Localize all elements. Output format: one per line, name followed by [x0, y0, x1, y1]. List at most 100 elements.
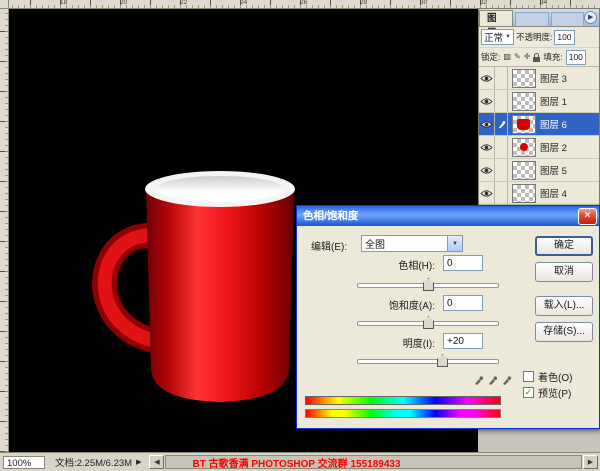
layer-list: 图层 3 图层 1 图层 6 图层 2 [479, 67, 599, 205]
dialog-title-bar[interactable]: 色相/饱和度 [297, 206, 599, 226]
opacity-label: 不透明度: [516, 31, 552, 43]
hue-saturation-dialog: 色相/饱和度 × 编辑(E): 全图 ▼ 确定 取消 载入(L)... 存储(S… [296, 205, 600, 429]
lock-all-icon[interactable] [533, 57, 540, 62]
link-cell[interactable] [495, 136, 508, 158]
colorize-label: 着色(O) [538, 369, 572, 384]
opacity-field[interactable]: 100 [554, 30, 574, 45]
layer-thumbnail[interactable] [512, 161, 536, 180]
tab-stub[interactable] [551, 12, 584, 26]
horizontal-scrollbar-track[interactable]: BT 古歌香满 PHOTOSHOP 交流群 155189433 [165, 455, 582, 469]
layer-thumbnail[interactable] [512, 115, 536, 134]
hue-value-field[interactable]: 0 [443, 255, 483, 271]
layer-thumbnail[interactable] [512, 92, 536, 111]
status-bar: 100% 文档:2.25M/6.23M ▶ ◀ BT 古歌香满 PHOTOSHO… [0, 452, 600, 471]
lightness-value-field[interactable]: +20 [443, 333, 483, 349]
eyedropper-icon[interactable] [473, 373, 484, 386]
ruler-number: 28 [360, 0, 367, 6]
lightness-slider-track[interactable] [357, 359, 499, 364]
blend-mode-select[interactable]: 正常 ▼ [481, 29, 514, 45]
ruler-number: 34 [540, 0, 547, 6]
eye-icon[interactable] [479, 67, 495, 89]
lock-position-icon[interactable]: ✛ [524, 52, 531, 62]
link-cell[interactable] [495, 90, 508, 112]
layer-row-selected[interactable]: 图层 6 [479, 113, 599, 136]
palette-menu-button[interactable]: ▶ [584, 11, 597, 24]
layer-thumbnail[interactable] [512, 138, 536, 157]
hue-label: 色相(H): [305, 257, 435, 272]
zoom-value: 100% [7, 458, 31, 469]
eyedropper-minus-icon[interactable] [501, 373, 512, 386]
eye-icon[interactable] [479, 182, 495, 204]
dialog-title: 色相/饱和度 [303, 210, 358, 222]
chevron-down-icon: ▼ [505, 34, 511, 40]
scroll-right-button[interactable]: ▶ [583, 455, 598, 469]
saturation-value-field[interactable]: 0 [443, 295, 483, 311]
status-menu-arrow-icon[interactable]: ▶ [136, 458, 141, 466]
ruler-number: 22 [180, 0, 187, 6]
scroll-left-button[interactable]: ◀ [149, 455, 164, 469]
layer-name: 图层 1 [540, 94, 567, 108]
link-cell[interactable] [495, 159, 508, 181]
tab-layers[interactable]: 图层 [479, 10, 513, 26]
fill-label: 填充: [543, 51, 562, 63]
close-icon[interactable]: × [578, 208, 597, 225]
lightness-label: 明度(I): [305, 335, 435, 350]
preview-checkbox[interactable]: ✓ [523, 387, 534, 398]
photoshop-window: 18 20 22 24 26 28 30 32 34 [0, 0, 600, 470]
lock-label: 锁定: [481, 51, 500, 63]
layers-panel: 图层 ▶ 正常 ▼ 不透明度: 100 锁定: ▨ ✎ ✛ 填充: 100 [478, 8, 600, 206]
hue-spectrum-bar-bottom [305, 409, 501, 418]
opacity-value: 100 [557, 32, 571, 42]
layer-row[interactable]: 图层 1 [479, 90, 599, 113]
edit-label: 编辑(E): [311, 238, 347, 253]
preview-checkbox-row[interactable]: ✓ 预览(P) [523, 385, 571, 400]
ruler-number: 20 [120, 0, 127, 6]
link-cell[interactable] [495, 182, 508, 204]
layer-name: 图层 5 [540, 163, 567, 177]
saturation-label: 饱和度(A): [305, 297, 435, 312]
layer-name: 图层 6 [540, 117, 567, 131]
ruler-corner [0, 0, 9, 9]
save-button[interactable]: 存储(S)... [535, 322, 593, 342]
colorize-checkbox[interactable] [523, 371, 534, 382]
layer-row[interactable]: 图层 2 [479, 136, 599, 159]
cancel-button[interactable]: 取消 [535, 262, 593, 282]
load-button[interactable]: 载入(L)... [535, 296, 593, 316]
blend-mode-value: 正常 [484, 30, 503, 44]
link-cell[interactable] [495, 67, 508, 89]
watermark-text: BT 古歌香满 PHOTOSHOP 交流群 155189433 [192, 455, 400, 470]
fill-field[interactable]: 100 [566, 50, 586, 65]
lock-pixels-icon[interactable]: ✎ [514, 52, 521, 62]
edit-channel-select[interactable]: 全图 ▼ [361, 235, 463, 252]
saturation-slider-thumb[interactable] [423, 316, 434, 329]
hue-slider-thumb[interactable] [423, 278, 434, 291]
blend-mode-row: 正常 ▼ 不透明度: 100 [479, 27, 599, 48]
ruler-number: 18 [60, 0, 67, 6]
eye-icon[interactable] [479, 136, 495, 158]
lock-transparency-icon[interactable]: ▨ [503, 52, 511, 62]
layer-thumbnail[interactable] [512, 184, 536, 203]
layer-name: 图层 3 [540, 71, 567, 85]
preview-label: 预览(P) [538, 385, 571, 400]
ruler-left [0, 8, 9, 452]
hue-spectrum-bar-top [305, 396, 501, 405]
layer-row[interactable]: 图层 4 [479, 182, 599, 205]
eye-icon[interactable] [479, 159, 495, 181]
layer-thumbnail[interactable] [512, 69, 536, 88]
eye-icon[interactable] [479, 90, 495, 112]
ruler-number: 32 [480, 0, 487, 6]
lightness-slider-thumb[interactable] [437, 354, 448, 367]
eye-icon[interactable] [479, 113, 495, 135]
tab-stub[interactable] [515, 12, 548, 26]
colorize-checkbox-row[interactable]: 着色(O) [523, 369, 572, 384]
layer-row[interactable]: 图层 3 [479, 67, 599, 90]
document-size-info: 文档:2.25M/6.23M [55, 455, 132, 469]
palette-tab-bar: 图层 ▶ [479, 9, 599, 27]
zoom-level-field[interactable]: 100% [3, 456, 45, 469]
ok-button[interactable]: 确定 [535, 236, 593, 256]
eyedropper-plus-icon[interactable] [487, 373, 498, 386]
layer-row[interactable]: 图层 5 [479, 159, 599, 182]
ruler-number: 26 [300, 0, 307, 6]
layer-name: 图层 2 [540, 140, 567, 154]
edit-channel-value: 全图 [362, 236, 447, 251]
